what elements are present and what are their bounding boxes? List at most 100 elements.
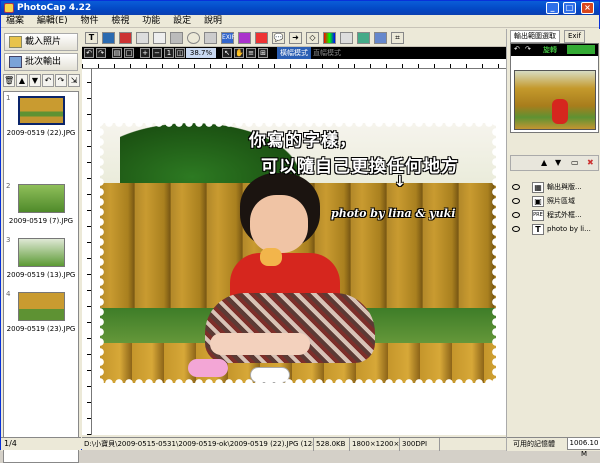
properties-icon[interactable]: ▭ — [571, 158, 579, 167]
thumbnail-caption: 2009-0519 (7).JPG — [8, 217, 74, 225]
preview-image[interactable] — [514, 70, 596, 130]
load-photo-button[interactable]: 載入照片 — [4, 33, 78, 51]
shape-tool-icon[interactable]: ◇ — [306, 32, 319, 44]
rotate-right-icon[interactable]: ↷ — [525, 45, 531, 53]
move-up-icon[interactable]: ▲ — [541, 158, 547, 167]
grid-icon[interactable] — [340, 32, 353, 44]
arrow-tool-icon[interactable]: ➜ — [289, 32, 302, 44]
layer-item[interactable]: T photo by li... — [510, 223, 599, 236]
color-icon[interactable] — [323, 32, 336, 44]
fit-icon[interactable]: □ — [124, 48, 134, 58]
actual-size-icon[interactable]: 1 — [164, 48, 174, 58]
stamp-edge-bottom — [94, 379, 502, 387]
frame-tool-icon[interactable] — [119, 32, 132, 44]
file-size: 528.0KB — [314, 438, 350, 451]
tab-output-range[interactable]: 輸出範圍選取 — [510, 30, 560, 43]
menu-file[interactable]: 檔案 — [1, 15, 29, 28]
sticker-icon[interactable] — [255, 32, 268, 44]
menu-settings[interactable]: 設定 — [168, 15, 196, 28]
batch-icon — [9, 56, 22, 68]
rotate-left-icon[interactable]: ↶ — [42, 74, 54, 87]
picture-icon[interactable] — [357, 32, 370, 44]
menu-edit[interactable]: 編輯(E) — [32, 15, 73, 28]
image-tool-icon[interactable] — [102, 32, 115, 44]
close-button[interactable]: × — [581, 2, 594, 14]
maximize-button[interactable]: □ — [563, 2, 576, 14]
zoom-level[interactable]: 38.7% — [186, 48, 216, 58]
menu-view[interactable]: 檢視 — [106, 15, 134, 28]
move-down-icon[interactable]: ▼ — [29, 74, 41, 87]
thumbnail-image — [18, 238, 65, 267]
calendar-icon[interactable] — [204, 32, 217, 44]
minimize-button[interactable]: _ — [546, 2, 559, 14]
undo-icon[interactable]: ↶ — [84, 48, 94, 58]
right-panel: 輸出範圍選取 Exif ↶ ↷ 旋轉 ▲ ▼ ▭ ✖ ▦ 輸出與版... ▣ 照… — [506, 29, 600, 458]
stamp-edge-left — [96, 117, 104, 389]
menu-object[interactable]: 物件 — [75, 15, 103, 28]
rotate-select[interactable] — [567, 45, 595, 54]
hand-icon[interactable]: ✋ — [234, 48, 244, 58]
rect-tool-icon[interactable] — [136, 32, 149, 44]
output-dimensions: 1800×1200×24b — [350, 438, 400, 451]
menu-bar: 檔案 編輯(E) 物件 檢視 功能 設定 說明 — [1, 15, 599, 28]
export-icon[interactable]: ⇲ — [68, 74, 80, 87]
layer-item[interactable]: ▦ 輸出與版... — [510, 181, 599, 194]
eye-icon[interactable] — [512, 184, 520, 190]
menu-function[interactable]: 功能 — [137, 15, 165, 28]
thumbnail-index: 2 — [6, 182, 11, 190]
credit-text-object[interactable]: photo by lina & yuki — [331, 207, 455, 220]
menu-help[interactable]: 說明 — [199, 15, 227, 28]
text-object-line1[interactable]: 你寫的字樣， — [249, 126, 357, 151]
layer-name: 輸出與版... — [547, 183, 582, 191]
rotate-right-icon[interactable]: ↷ — [55, 74, 67, 87]
tab-exif[interactable]: Exif — [564, 30, 585, 43]
layout-icon[interactable]: ▤ — [112, 48, 122, 58]
thumbnail-image — [18, 292, 65, 321]
batch-output-button[interactable]: 批次輸出 — [4, 53, 78, 71]
stamp-icon[interactable] — [238, 32, 251, 44]
text-object-line2[interactable]: 可以隨自己更換任何地方 — [261, 152, 459, 177]
text-tool-icon[interactable]: T — [85, 32, 98, 44]
eye-icon[interactable] — [512, 212, 520, 218]
zoom-out-icon[interactable]: − — [152, 48, 162, 58]
pointer-icon[interactable]: ↖ — [222, 48, 232, 58]
portrait-mode-tab[interactable]: 直幅模式 — [310, 47, 344, 59]
load-photo-label: 載入照片 — [25, 37, 62, 47]
zoom-in-icon[interactable]: + — [140, 48, 150, 58]
crop-icon[interactable]: ⌗ — [391, 32, 404, 44]
eye-icon[interactable] — [512, 226, 520, 232]
thumbnail-image — [18, 184, 65, 213]
layer-item[interactable]: PRE 程式外框... — [510, 209, 599, 222]
position-icon[interactable]: ⊞ — [258, 48, 268, 58]
delete-layer-icon[interactable]: ✖ — [587, 158, 594, 167]
app-window: PhotoCap 4.22 _ □ × 檔案 編輯(E) 物件 檢視 功能 設定… — [0, 0, 600, 463]
layer-name: photo by li... — [547, 225, 591, 233]
thumbnail-image — [18, 96, 65, 125]
thumbnail-index: 3 — [6, 236, 11, 244]
redo-icon[interactable]: ↷ — [96, 48, 106, 58]
editing-canvas[interactable] — [92, 69, 506, 435]
clock-icon[interactable] — [187, 32, 200, 44]
layers-icon[interactable]: ≡ — [246, 48, 256, 58]
pro-tool-icon[interactable] — [153, 32, 166, 44]
folder-icon — [9, 36, 22, 48]
speech-bubble-icon[interactable]: 💬 — [272, 32, 285, 44]
move-up-icon[interactable]: ▲ — [16, 74, 28, 87]
file-path: D:\小寶貝\2009-0515-0531\2009-0519-ok\2009-… — [82, 438, 314, 451]
layer-item[interactable]: ▣ 照片區域 — [510, 195, 599, 208]
thumbnail-list[interactable]: 1 2009-0519 (22).JPG 2 2009-0519 (7).JPG… — [3, 91, 79, 463]
delete-icon[interactable]: 🗑 — [3, 74, 15, 87]
zoom-fit-icon[interactable]: ◫ — [175, 48, 185, 58]
layer-name: 程式外框... — [547, 211, 582, 219]
rotate-left-icon[interactable]: ↶ — [514, 45, 520, 53]
preview-subject — [552, 99, 568, 124]
layer-name: 照片區域 — [547, 197, 575, 205]
screen-icon[interactable] — [374, 32, 387, 44]
eye-icon[interactable] — [512, 198, 520, 204]
title-bar: PhotoCap 4.22 _ □ × — [1, 1, 599, 15]
landscape-mode-tab[interactable]: 橫幅模式 — [277, 47, 311, 59]
move-down-icon[interactable]: ▼ — [555, 158, 561, 167]
exif-icon[interactable]: EXIF — [221, 32, 235, 44]
layer-icon: ▦ — [532, 182, 544, 193]
pre-tool-icon[interactable] — [170, 32, 183, 44]
